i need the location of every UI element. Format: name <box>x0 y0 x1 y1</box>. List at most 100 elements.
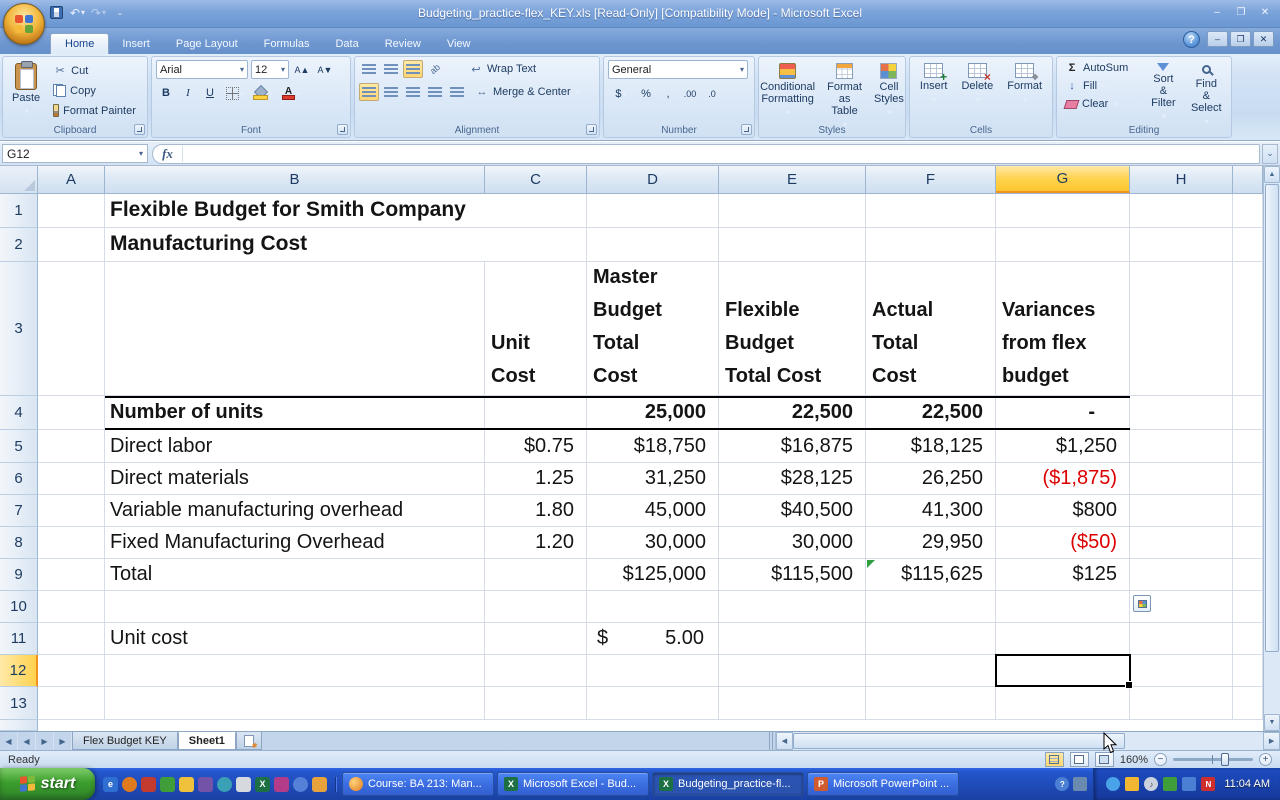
cell-C6[interactable]: 1.25 <box>485 463 587 495</box>
next-sheet-button[interactable]: ▶ <box>36 732 54 750</box>
name-box[interactable]: G12 ▾ <box>2 144 148 163</box>
select-all-button[interactable] <box>0 166 38 193</box>
taskbar-icon-1[interactable]: ? <box>1055 777 1070 791</box>
cell[interactable] <box>719 655 866 687</box>
fill-button[interactable]: ↓ Fill ▾ <box>1061 78 1141 94</box>
cell[interactable] <box>587 194 719 228</box>
middle-align-button[interactable] <box>381 60 401 78</box>
cell-G3[interactable]: Variances from flex budget <box>996 262 1130 396</box>
format-cells-button[interactable]: ◆ Format ▾ <box>1002 60 1047 107</box>
quick-launch-icon-10[interactable] <box>274 776 289 792</box>
align-center-button[interactable] <box>381 83 401 101</box>
quick-launch-icon-2[interactable] <box>122 776 137 792</box>
cell[interactable] <box>1233 463 1263 495</box>
cell-F4[interactable]: 22,500 <box>866 396 996 430</box>
cell-G5[interactable]: $1,250 <box>996 430 1130 463</box>
workbook-restore-button[interactable]: ❐ <box>1230 31 1251 47</box>
task-button-excel-1[interactable]: X Microsoft Excel - Bud... <box>497 772 649 796</box>
cell[interactable] <box>38 495 105 527</box>
tray-volume-icon[interactable]: ♪ <box>1144 777 1159 791</box>
workbook-minimize-button[interactable]: – <box>1207 31 1228 47</box>
col-header-D[interactable]: D <box>587 166 719 193</box>
cell[interactable] <box>38 687 105 720</box>
bottom-align-button[interactable] <box>403 60 423 78</box>
cell[interactable] <box>719 687 866 720</box>
sheet-tab-flex-budget-key[interactable]: Flex Budget KEY <box>72 732 178 750</box>
vertical-scroll-thumb[interactable] <box>1265 184 1279 652</box>
cell[interactable] <box>866 591 996 623</box>
cell-F3[interactable]: Actual Total Cost <box>866 262 996 396</box>
sheet-tab-sheet1[interactable]: Sheet1 <box>177 732 236 750</box>
cell[interactable] <box>105 687 485 720</box>
zoom-slider-thumb[interactable] <box>1221 753 1229 766</box>
cell[interactable] <box>485 228 587 262</box>
fill-color-button[interactable]: ▾ <box>250 84 276 102</box>
grow-font-button[interactable]: A▲ <box>292 61 312 79</box>
selected-cell-outline[interactable] <box>995 654 1133 689</box>
cell[interactable] <box>1130 527 1233 559</box>
cell[interactable] <box>587 591 719 623</box>
cell[interactable] <box>866 194 996 228</box>
cell-D9[interactable]: $125,000 <box>587 559 719 591</box>
cell[interactable] <box>866 655 996 687</box>
quick-launch-icon-12[interactable] <box>312 776 327 792</box>
alignment-dialog-launcher[interactable] <box>586 124 597 135</box>
cell-E7[interactable]: $40,500 <box>719 495 866 527</box>
cell[interactable] <box>485 655 587 687</box>
cell[interactable] <box>866 687 996 720</box>
normal-view-button[interactable] <box>1044 752 1064 767</box>
cell[interactable] <box>38 559 105 591</box>
cell-D8[interactable]: 30,000 <box>587 527 719 559</box>
cell[interactable] <box>1233 687 1263 720</box>
cell-C7[interactable]: 1.80 <box>485 495 587 527</box>
cell-D11[interactable]: $5.00 <box>587 623 719 655</box>
cell[interactable] <box>1130 495 1233 527</box>
help-button[interactable]: ? <box>1183 31 1200 48</box>
insert-worksheet-button[interactable] <box>235 732 262 750</box>
cell-B6[interactable]: Direct materials <box>105 463 485 495</box>
quick-launch-icon-4[interactable] <box>160 776 175 792</box>
office-button[interactable] <box>3 3 45 45</box>
cell[interactable] <box>1233 228 1263 262</box>
zoom-in-button[interactable]: + <box>1259 753 1272 766</box>
cell[interactable] <box>1233 527 1263 559</box>
zoom-level[interactable]: 160% <box>1120 754 1148 766</box>
cell[interactable] <box>1233 495 1263 527</box>
row-header-4[interactable]: 4 <box>0 396 38 430</box>
insert-cells-button[interactable]: + Insert ▾ <box>915 60 953 107</box>
font-color-button[interactable]: A ▾ <box>278 84 304 102</box>
zoom-slider[interactable] <box>1173 753 1253 766</box>
cell[interactable] <box>38 655 105 687</box>
tab-view[interactable]: View <box>434 34 484 54</box>
conditional-formatting-button[interactable]: Conditional Formatting ▾ <box>755 60 820 132</box>
cell-G6[interactable]: ($1,875) <box>996 463 1130 495</box>
tab-data[interactable]: Data <box>322 34 371 54</box>
row-header-10[interactable]: 10 <box>0 591 38 623</box>
row-header-13[interactable]: 13 <box>0 687 38 720</box>
page-layout-view-button[interactable] <box>1069 752 1089 767</box>
cell[interactable] <box>1233 559 1263 591</box>
cell[interactable] <box>1233 591 1263 623</box>
decrease-decimal-button[interactable]: .0 <box>702 85 722 103</box>
cell[interactable] <box>38 591 105 623</box>
row-header-3[interactable]: 3 <box>0 262 38 396</box>
cell[interactable] <box>587 655 719 687</box>
cell-D7[interactable]: 45,000 <box>587 495 719 527</box>
cell-F9[interactable]: $115,625 <box>866 559 996 591</box>
cell[interactable] <box>38 396 105 430</box>
workbook-close-button[interactable]: ✕ <box>1253 31 1274 47</box>
task-button-browser[interactable]: Course: BA 213: Man... <box>342 772 494 796</box>
align-right-button[interactable] <box>403 83 423 101</box>
cell-G4[interactable]: - <box>996 396 1130 430</box>
row-header-11[interactable]: 11 <box>0 623 38 655</box>
row-header-1[interactable]: 1 <box>0 194 38 228</box>
underline-button[interactable]: U <box>200 84 220 102</box>
cell-F8[interactable]: 29,950 <box>866 527 996 559</box>
first-sheet-button[interactable]: ◀ <box>0 732 18 750</box>
scroll-up-button[interactable]: ▲ <box>1264 166 1280 183</box>
scroll-down-button[interactable]: ▼ <box>1264 714 1280 731</box>
cell[interactable] <box>38 527 105 559</box>
shrink-font-button[interactable]: A▼ <box>315 61 335 79</box>
cell-F6[interactable]: 26,250 <box>866 463 996 495</box>
accounting-format-button[interactable]: $ ▾ <box>608 85 634 103</box>
